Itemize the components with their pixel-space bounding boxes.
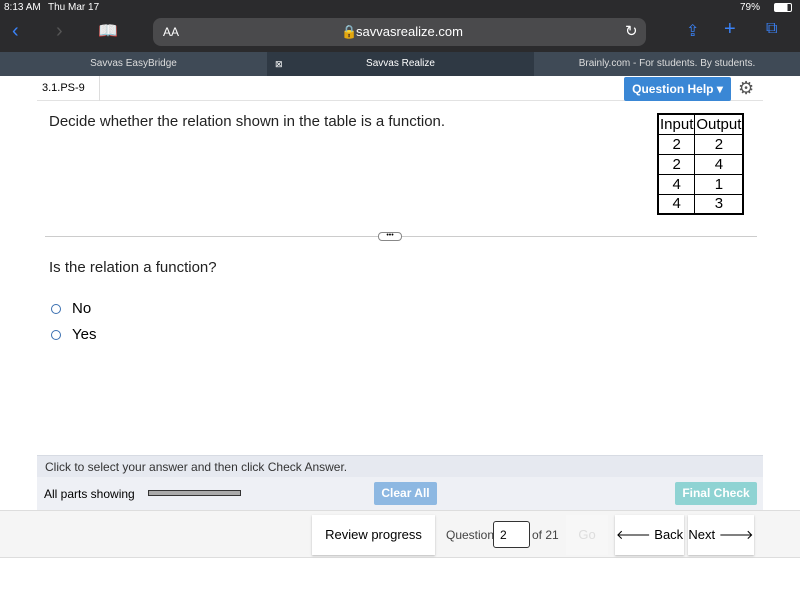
battery-icon [774, 3, 792, 12]
tab-label: Savvas Realize [366, 58, 435, 69]
table-row: 22 [657, 133, 744, 155]
back-button[interactable]: 🡐 Back [615, 515, 684, 555]
url-text: savvasrealize.com [356, 24, 463, 39]
radio-no[interactable] [51, 303, 61, 314]
next-button[interactable]: Next 🡒 [688, 515, 754, 555]
bookmarks-icon[interactable]: 📖 [98, 21, 118, 41]
header-input: Input [657, 113, 696, 135]
header-output: Output [694, 113, 744, 135]
tab-savvas-easybridge[interactable]: Savvas EasyBridge [0, 52, 267, 76]
close-tab-icon[interactable]: ⊠ [275, 52, 283, 76]
question-prompt: Decide whether the relation shown in the… [49, 113, 446, 130]
relation-table: Input Output 22 24 41 43 [657, 113, 745, 215]
question-total: of 21 [532, 528, 559, 542]
parts-bar: All parts showing Clear All Final Check [37, 477, 763, 510]
address-bar[interactable]: AA 🔒 savvasrealize.com ↻ [153, 18, 646, 46]
share-icon[interactable]: ⇪ [686, 21, 699, 41]
clear-all-button[interactable]: Clear All [374, 482, 437, 505]
option-no[interactable]: No [51, 300, 91, 317]
question-number-input[interactable] [493, 521, 530, 548]
battery-level: 79% [740, 2, 761, 13]
lock-icon: 🔒 [341, 24, 358, 39]
go-button[interactable]: Go [566, 515, 608, 555]
text-size-button[interactable]: AA [163, 25, 179, 39]
parts-label: All parts showing [44, 487, 135, 501]
tab-savvas-realize[interactable]: ⊠ Savvas Realize [267, 52, 534, 76]
question-help-button[interactable]: Question Help ▾ [624, 77, 731, 101]
reload-icon[interactable]: ↻ [625, 22, 638, 40]
question-id: 3.1.PS-9 [42, 82, 85, 94]
table-row: 24 [657, 153, 744, 175]
instruction-bar: Click to select your answer and then cli… [37, 455, 763, 477]
question-label: Question [446, 528, 495, 542]
tab-brainly[interactable]: Brainly.com - For students. By students. [534, 52, 800, 76]
date: Thu Mar 17 [48, 2, 100, 13]
final-check-button[interactable]: Final Check [675, 482, 757, 505]
back-icon[interactable]: ‹ [12, 20, 19, 43]
forward-icon[interactable]: › [56, 20, 63, 43]
radio-yes[interactable] [51, 329, 61, 340]
tab-bar: Savvas EasyBridge ⊠ Savvas Realize Brain… [0, 52, 800, 76]
sub-prompt: Is the relation a function? [49, 259, 217, 276]
settings-gear-icon[interactable]: ⚙ [738, 78, 754, 99]
review-progress-button[interactable]: Review progress [312, 515, 435, 555]
resize-handle[interactable]: ••• [378, 232, 402, 241]
tabs-icon[interactable]: ⧉ [766, 20, 777, 38]
option-yes[interactable]: Yes [51, 326, 96, 343]
new-tab-icon[interactable]: + [724, 18, 736, 41]
navigation-bar: Review progress Question of 21 Go 🡐 Back… [0, 510, 800, 558]
status-bar: 8:13 AM Thu Mar 17 79% [0, 0, 800, 15]
parts-progress-bar [148, 490, 241, 496]
tab-label: Brainly.com - For students. By students. [578, 58, 756, 69]
table-row: 41 [657, 173, 744, 195]
question-panel [37, 76, 763, 510]
tab-label: Savvas EasyBridge [90, 58, 177, 69]
time: 8:13 AM [4, 2, 41, 13]
table-row: 43 [657, 193, 744, 215]
